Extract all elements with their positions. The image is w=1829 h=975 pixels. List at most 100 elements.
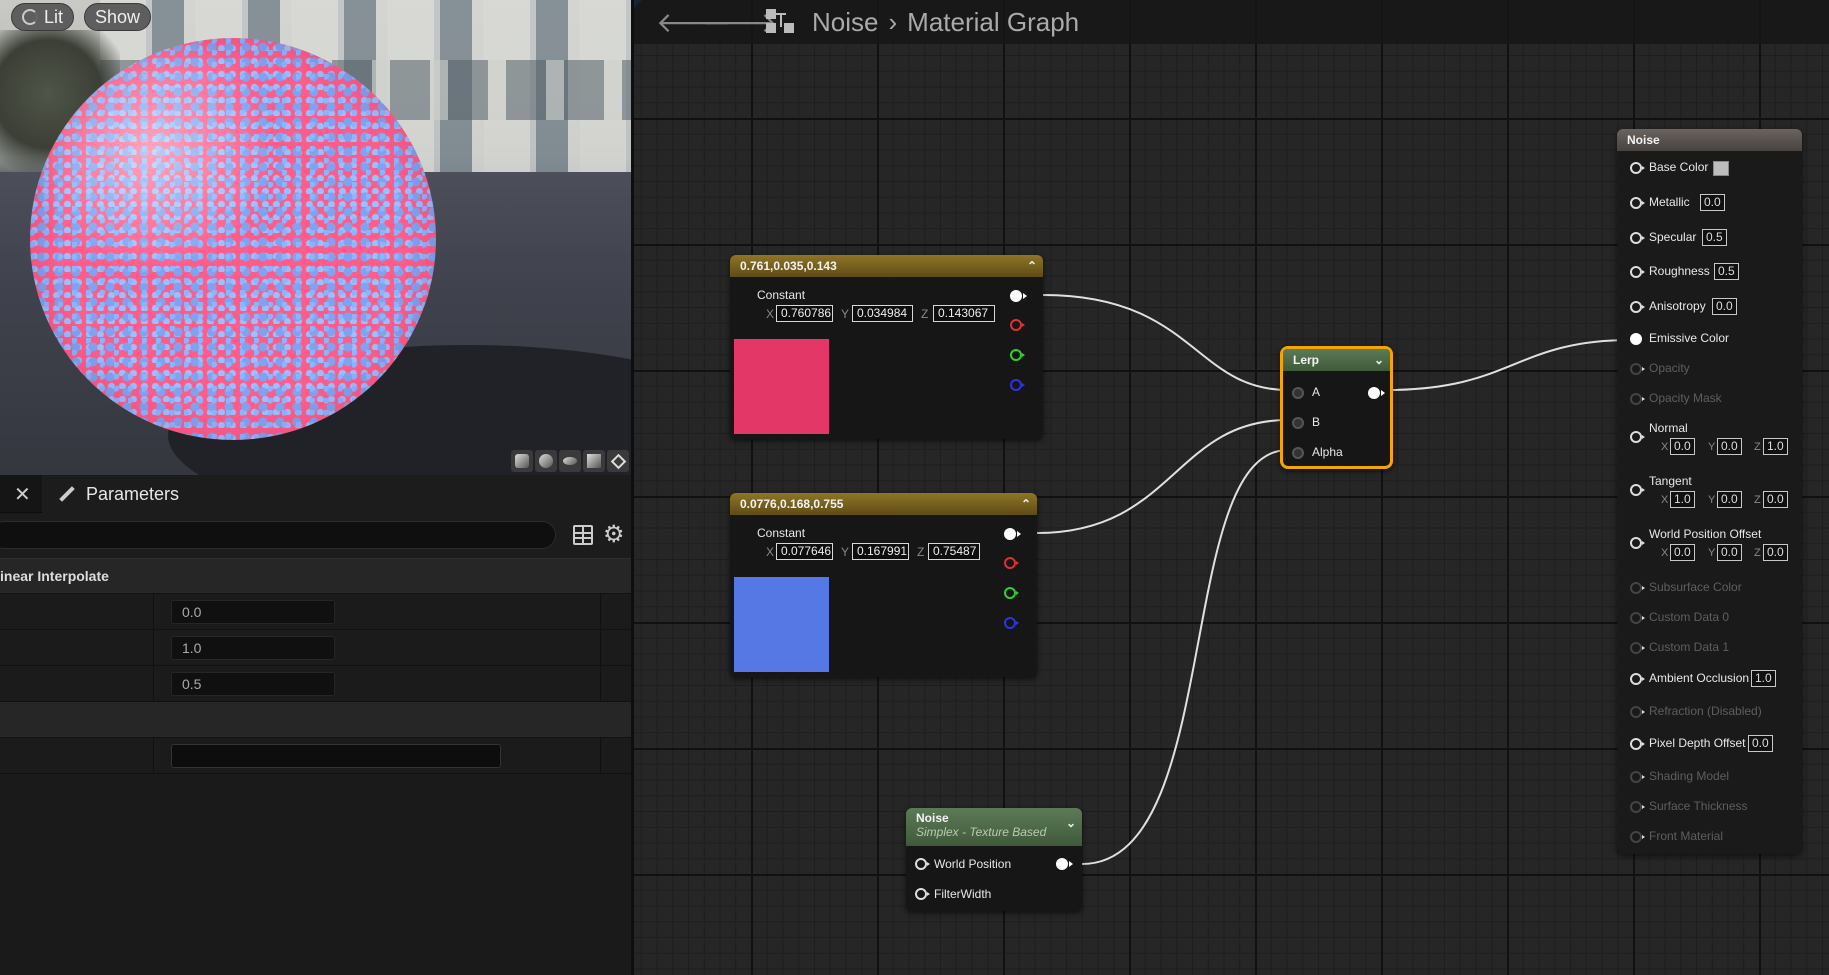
parameters-search-input[interactable] <box>0 521 556 549</box>
pixel-depth-offset-value[interactable]: 0.0 <box>1748 735 1773 752</box>
output-pin-rgb[interactable] <box>1010 290 1027 302</box>
param-name-cell <box>0 738 154 773</box>
output-pin-rgb[interactable] <box>1004 528 1021 540</box>
noise-node[interactable]: Noise Simplex - Texture Based ⌄ World Po… <box>906 808 1082 911</box>
chevron-down-icon[interactable]: ⌄ <box>1066 816 1076 830</box>
input-pin-normal[interactable] <box>1630 431 1645 443</box>
result-row-normal: Normal X 0.0 Y 0.0 Z 1.0 <box>1617 419 1802 455</box>
output-pin-b[interactable] <box>1010 379 1025 391</box>
collapse-chevron-icon[interactable]: ⌃ <box>1027 255 1037 277</box>
cylinder-shape-button[interactable] <box>511 450 533 472</box>
normal-z-value[interactable]: 1.0 <box>1763 438 1788 455</box>
node-title-bar[interactable]: Noise Simplex - Texture Based ⌄ <box>906 808 1082 846</box>
material-result-node[interactable]: Noise Base Color Metallic 0.0 Specular 0… <box>1617 129 1802 854</box>
tangent-y-value[interactable]: 0.0 <box>1717 491 1742 508</box>
label-front-material: Front Material <box>1649 829 1724 843</box>
plane-shape-button[interactable] <box>559 450 581 472</box>
pencil-icon <box>56 484 76 504</box>
show-button[interactable]: Show <box>84 3 152 31</box>
specular-value[interactable]: 0.5 <box>1702 229 1727 246</box>
node-title-bar[interactable]: Lerp ⌄ <box>1283 349 1390 371</box>
input-pin-base-color[interactable] <box>1630 162 1645 174</box>
input-pin-metallic[interactable] <box>1630 197 1645 209</box>
roughness-value[interactable]: 0.5 <box>1714 263 1739 280</box>
input-pin-ambient-occlusion[interactable] <box>1630 673 1645 685</box>
sphere-shape-button[interactable] <box>535 450 557 472</box>
x-value-field[interactable]: 0.760786 <box>776 305 833 322</box>
output-pin-g[interactable] <box>1004 587 1019 599</box>
lerp-node[interactable]: Lerp ⌄ A B Alpha <box>1280 346 1393 469</box>
output-pin-r[interactable] <box>1004 557 1019 569</box>
tab-parameters[interactable]: Parameters <box>42 475 632 513</box>
result-row-specular: Specular 0.5 <box>1617 228 1802 248</box>
param-value-field[interactable]: 1.0 <box>171 636 335 660</box>
lit-mode-button[interactable]: Lit <box>11 3 75 31</box>
y-value-field[interactable]: 0.034984 <box>852 305 913 322</box>
node-subtitle: Constant <box>757 288 806 302</box>
input-pin-world-position[interactable] <box>915 858 930 870</box>
tangent-z-value[interactable]: 0.0 <box>1763 491 1788 508</box>
collapse-chevron-icon[interactable]: ⌃ <box>1021 493 1031 515</box>
section-header-linear-interpolate[interactable]: inear Interpolate <box>0 558 631 594</box>
label-specular: Specular <box>1649 230 1697 244</box>
output-pin-noise[interactable] <box>1056 858 1073 870</box>
input-pin-emissive-color[interactable] <box>1630 333 1642 345</box>
param-value-field[interactable]: 0.5 <box>171 672 335 696</box>
output-pin-r[interactable] <box>1010 319 1025 331</box>
node-title-bar[interactable]: Noise <box>1617 129 1802 151</box>
input-pin-roughness[interactable] <box>1630 266 1645 278</box>
y-label: Y <box>841 307 850 321</box>
chevron-down-icon[interactable]: ⌄ <box>1374 349 1384 371</box>
result-row-roughness: Roughness 0.5 <box>1617 262 1802 282</box>
y-value-field[interactable]: 0.167991 <box>852 543 909 560</box>
input-pin-b[interactable] <box>1292 417 1304 429</box>
input-pin-filterwidth[interactable] <box>915 888 930 900</box>
param-wide-value-field[interactable] <box>171 744 501 768</box>
input-pin-specular[interactable] <box>1630 232 1645 244</box>
result-row-opacity: Opacity <box>1617 359 1802 379</box>
material-graph-canvas[interactable]: 🡐 🡒 Noise › Material Graph 0.761,0.035,0… <box>631 0 1829 975</box>
input-pin-alpha[interactable] <box>1292 447 1304 459</box>
input-pin-custom-data-1 <box>1630 642 1645 654</box>
input-pin-shading-model <box>1630 771 1645 783</box>
teapot-shape-button[interactable] <box>607 450 629 472</box>
param-name-cell <box>0 630 154 665</box>
cube-shape-button[interactable] <box>583 450 605 472</box>
input-pin-a[interactable] <box>1292 387 1304 399</box>
wpo-x-value[interactable]: 0.0 <box>1670 544 1695 561</box>
wpo-z-value[interactable]: 0.0 <box>1763 544 1788 561</box>
section-header-empty[interactable] <box>0 702 631 738</box>
base-color-swatch[interactable] <box>1713 161 1729 176</box>
input-pin-world-position-offset[interactable] <box>1630 537 1645 549</box>
close-icon[interactable]: ✕ <box>14 482 31 507</box>
x-label: X <box>1661 494 1669 506</box>
input-pin-tangent[interactable] <box>1630 484 1645 496</box>
label-normal: Normal <box>1649 421 1688 435</box>
z-value-field[interactable]: 0.75487 <box>928 543 980 560</box>
output-pin-result[interactable] <box>1368 387 1385 399</box>
input-pin-pixel-depth-offset[interactable] <box>1630 738 1645 750</box>
material-preview-viewport[interactable]: Lit Show <box>0 0 631 475</box>
ambient-occlusion-value[interactable]: 1.0 <box>1751 670 1776 687</box>
param-value-field[interactable]: 0.0 <box>171 600 335 624</box>
constant3vector-node-1[interactable]: 0.761,0.035,0.143 ⌃ Constant X 0.760786 … <box>730 255 1043 439</box>
constant3vector-node-2[interactable]: 0.0776,0.168,0.755 ⌃ Constant X 0.077646… <box>730 493 1037 677</box>
gear-icon[interactable]: ⚙ <box>603 522 625 548</box>
param-row <box>0 738 631 774</box>
x-value-field[interactable]: 0.077646 <box>776 543 833 560</box>
normal-x-value[interactable]: 0.0 <box>1670 438 1695 455</box>
node-title-bar[interactable]: 0.0776,0.168,0.755 ⌃ <box>730 493 1037 515</box>
z-value-field[interactable]: 0.143067 <box>933 305 995 322</box>
output-pin-g[interactable] <box>1010 349 1025 361</box>
anisotropy-value[interactable]: 0.0 <box>1712 298 1737 315</box>
table-view-icon[interactable] <box>573 525 593 545</box>
wpo-y-value[interactable]: 0.0 <box>1717 544 1742 561</box>
input-pin-anisotropy[interactable] <box>1630 301 1645 313</box>
pin-label-filterwidth: FilterWidth <box>934 887 992 901</box>
tangent-x-value[interactable]: 1.0 <box>1670 491 1695 508</box>
node-title-bar[interactable]: 0.761,0.035,0.143 ⌃ <box>730 255 1043 277</box>
metallic-value[interactable]: 0.0 <box>1700 194 1725 211</box>
output-pin-b[interactable] <box>1004 617 1019 629</box>
x-label: X <box>1661 441 1669 453</box>
normal-y-value[interactable]: 0.0 <box>1717 438 1742 455</box>
